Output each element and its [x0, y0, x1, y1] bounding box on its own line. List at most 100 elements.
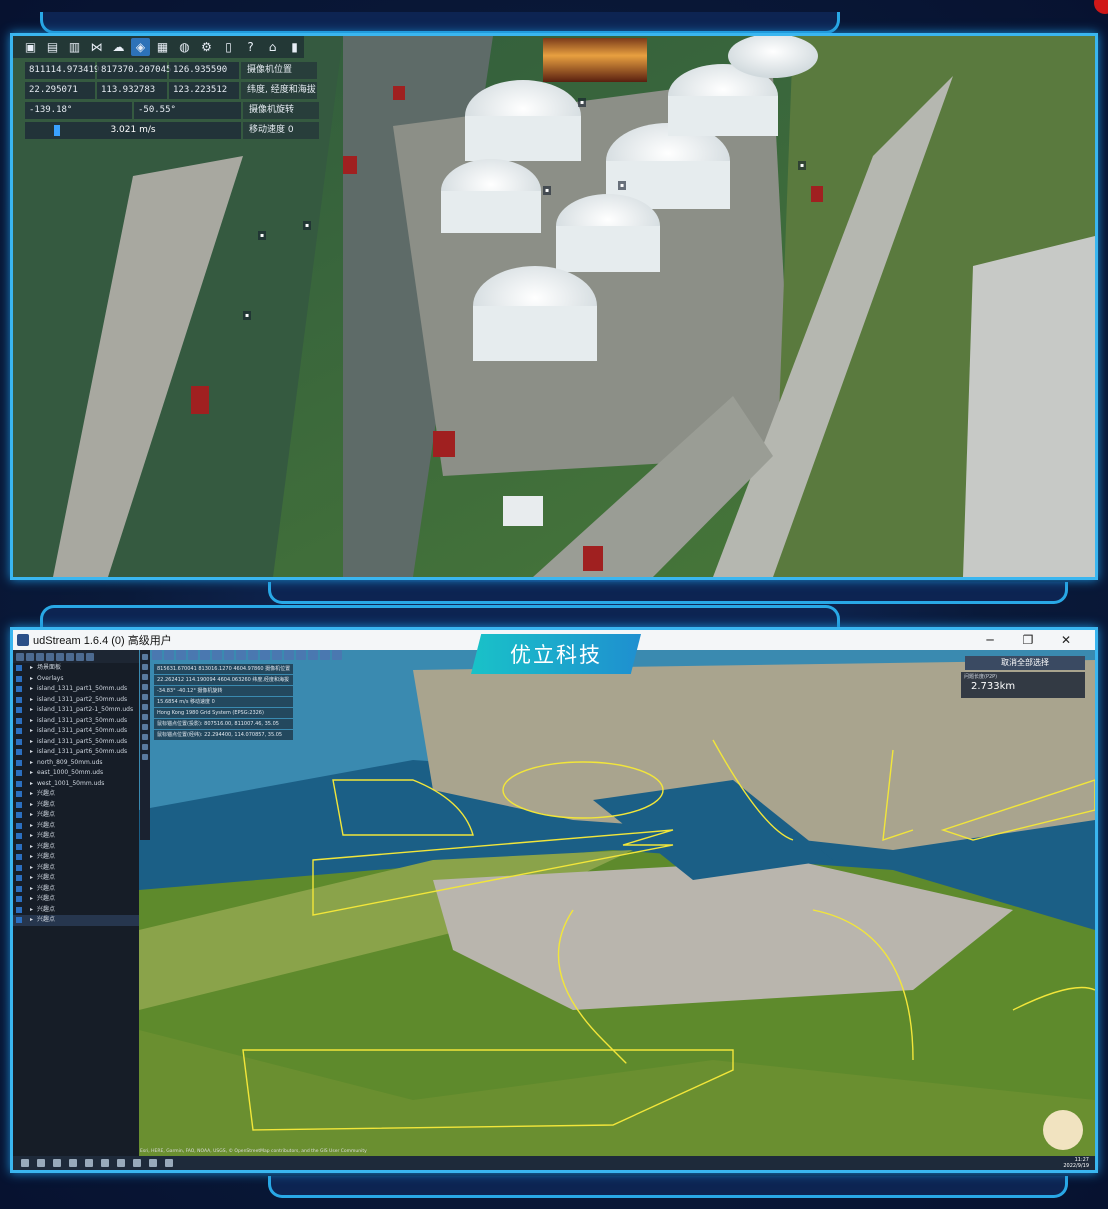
- box-icon[interactable]: [142, 734, 148, 740]
- scene-label[interactable]: ▪: [798, 161, 807, 170]
- globe-icon[interactable]: ◍: [175, 38, 194, 56]
- user-icon[interactable]: [76, 652, 84, 661]
- move-speed-slider[interactable]: 3.021 m/s: [25, 122, 241, 139]
- grid-icon[interactable]: [56, 652, 64, 661]
- walk-icon[interactable]: [142, 744, 148, 750]
- pointer-icon[interactable]: [142, 654, 148, 660]
- expand-icon[interactable]: ▸: [30, 863, 33, 874]
- scene-item[interactable]: ▸ 兴趣点: [13, 831, 139, 842]
- expand-icon[interactable]: ▸: [30, 905, 33, 916]
- visibility-checkbox[interactable]: [16, 801, 22, 808]
- save-icon[interactable]: [188, 650, 198, 660]
- visibility-checkbox[interactable]: [16, 843, 22, 850]
- visibility-checkbox[interactable]: [16, 738, 22, 745]
- visibility-checkbox[interactable]: [16, 707, 22, 714]
- bookmark-icon[interactable]: [332, 650, 342, 660]
- visibility-checkbox[interactable]: [16, 906, 22, 913]
- scene-item[interactable]: ▸ 兴趣点: [13, 894, 139, 905]
- share-icon[interactable]: ⋈: [87, 38, 106, 56]
- visibility-checkbox[interactable]: [16, 665, 22, 672]
- scene-label[interactable]: ▪: [618, 181, 627, 190]
- expand-icon[interactable]: ▸: [30, 800, 33, 811]
- scene-label[interactable]: ▪: [303, 221, 312, 230]
- scene-label[interactable]: ▪: [243, 311, 252, 320]
- visibility-checkbox[interactable]: [16, 749, 22, 756]
- visibility-checkbox[interactable]: [16, 686, 22, 693]
- visibility-checkbox[interactable]: [16, 717, 22, 724]
- expand-icon[interactable]: ▸: [30, 663, 33, 674]
- visibility-checkbox[interactable]: [16, 917, 22, 924]
- expand-icon[interactable]: ▸: [30, 789, 33, 800]
- expand-icon[interactable]: ▸: [30, 852, 33, 863]
- scene-item[interactable]: ▸ east_1000_50mm.uds: [13, 768, 139, 779]
- close-button[interactable]: ✕: [1051, 632, 1081, 648]
- scene-item[interactable]: ▸ 兴趣点: [13, 800, 139, 811]
- scene-label[interactable]: ▪: [543, 186, 552, 195]
- image-icon[interactable]: [142, 754, 148, 760]
- folder-icon[interactable]: [176, 650, 186, 660]
- expand-icon[interactable]: ▸: [30, 737, 33, 748]
- scene-item[interactable]: ▸ Overlays: [13, 674, 139, 685]
- expand-icon[interactable]: ▸: [30, 894, 33, 905]
- record-icon[interactable]: [165, 1159, 173, 1167]
- scene-label[interactable]: ▪: [258, 231, 267, 240]
- home-icon[interactable]: ⌂: [263, 38, 282, 56]
- file-explorer-icon[interactable]: [69, 1159, 77, 1167]
- delete-icon[interactable]: [86, 652, 94, 661]
- scene-item[interactable]: ▸ island_1311_part3_50mm.uds: [13, 716, 139, 727]
- book-icon[interactable]: ▯: [219, 38, 238, 56]
- task-view-icon[interactable]: [53, 1159, 61, 1167]
- visibility-checkbox[interactable]: [16, 864, 22, 871]
- scene-item[interactable]: ▸ 兴趣点: [13, 915, 139, 926]
- scene-item[interactable]: ▸ 兴趣点: [13, 863, 139, 874]
- expand-icon[interactable]: ▸: [30, 716, 33, 727]
- gear-icon[interactable]: ⚙: [197, 38, 216, 56]
- scene-item[interactable]: ▸ island_1311_part5_50mm.uds: [13, 737, 139, 748]
- folder-icon[interactable]: [26, 652, 34, 661]
- share-icon[interactable]: [200, 650, 210, 660]
- expand-icon[interactable]: ▸: [30, 674, 33, 685]
- folder-open-icon[interactable]: [164, 650, 174, 660]
- zoom-icon[interactable]: [142, 664, 148, 670]
- pin-icon[interactable]: [142, 674, 148, 680]
- scene-item[interactable]: ▸ 兴趣点: [13, 821, 139, 832]
- help-icon[interactable]: ?: [241, 38, 260, 56]
- expand-icon[interactable]: ▸: [30, 758, 33, 769]
- image-icon[interactable]: [46, 652, 54, 661]
- fire-camera-thumbnail[interactable]: [543, 38, 647, 82]
- scene-item[interactable]: ▸ island_1311_part6_50mm.uds: [13, 747, 139, 758]
- pin-icon[interactable]: [308, 650, 318, 660]
- cloud-icon[interactable]: [212, 650, 222, 660]
- cancel-all-selection-button[interactable]: 取消全部选择: [965, 656, 1085, 670]
- expand-icon[interactable]: ▸: [30, 873, 33, 884]
- tile-icon[interactable]: ▦: [153, 38, 172, 56]
- visibility-checkbox[interactable]: [16, 833, 22, 840]
- expand-icon[interactable]: ▸: [30, 884, 33, 895]
- scene-item[interactable]: ▸ 兴趣点: [13, 789, 139, 800]
- visibility-checkbox[interactable]: [16, 791, 22, 798]
- visibility-checkbox[interactable]: [16, 812, 22, 819]
- scene-item[interactable]: ▸ north_809_50mm.uds: [13, 758, 139, 769]
- scene-item[interactable]: ▸ island_1311_part2-1_50mm.uds: [13, 705, 139, 716]
- search-icon[interactable]: [37, 1159, 45, 1167]
- ruler-icon[interactable]: [142, 694, 148, 700]
- scene-item[interactable]: ▸ 兴趣点: [13, 873, 139, 884]
- layers-icon[interactable]: ◈: [131, 38, 150, 56]
- sphere-icon[interactable]: [142, 714, 148, 720]
- globe-icon[interactable]: [248, 650, 258, 660]
- cylinder-icon[interactable]: [142, 724, 148, 730]
- link-icon[interactable]: [66, 652, 74, 661]
- scene-item[interactable]: ▸ island_1311_part4_50mm.uds: [13, 726, 139, 737]
- maximize-button[interactable]: ❐: [1013, 632, 1043, 648]
- visibility-checkbox[interactable]: [16, 854, 22, 861]
- visibility-checkbox[interactable]: [16, 759, 22, 766]
- bookmark-icon[interactable]: ▮: [285, 38, 304, 56]
- scene-item[interactable]: ▸ 兴趣点: [13, 884, 139, 895]
- scene-label[interactable]: ▪: [578, 98, 587, 107]
- system-clock[interactable]: 11:27 2022/9/19: [1063, 1157, 1089, 1169]
- add-icon[interactable]: [16, 652, 24, 661]
- scene-item[interactable]: ▸ 场景面板: [13, 663, 139, 674]
- scene-item[interactable]: ▸ island_1311_part2_50mm.uds: [13, 695, 139, 706]
- expand-icon[interactable]: ▸: [30, 695, 33, 706]
- expand-icon[interactable]: ▸: [30, 821, 33, 832]
